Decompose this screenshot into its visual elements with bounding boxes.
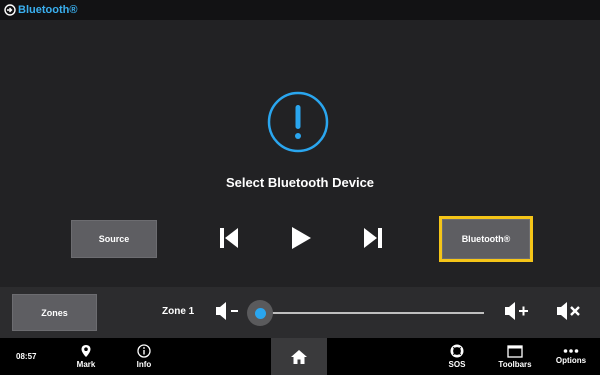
mute-icon[interactable] bbox=[555, 300, 583, 322]
bottom-bar: 08:57 Mark Info SOS Toolbars Options bbox=[0, 338, 600, 375]
next-track-icon[interactable] bbox=[360, 225, 386, 251]
toolbars-button[interactable]: Toolbars bbox=[494, 338, 536, 375]
volume-down-icon[interactable] bbox=[214, 300, 242, 322]
status-message: Select Bluetooth Device bbox=[225, 175, 375, 190]
toolbars-icon bbox=[507, 344, 523, 358]
dots-icon bbox=[563, 349, 579, 353]
options-button[interactable]: Options bbox=[552, 338, 590, 375]
clock: 08:57 bbox=[16, 352, 37, 361]
alert-icon bbox=[267, 91, 329, 153]
info-icon bbox=[137, 344, 151, 358]
info-label: Info bbox=[136, 360, 152, 369]
sos-button[interactable]: SOS bbox=[440, 338, 474, 375]
app-header: Bluetooth® bbox=[4, 4, 77, 16]
toolbars-label: Toolbars bbox=[498, 359, 532, 369]
home-button[interactable] bbox=[271, 338, 327, 375]
source-button[interactable]: Source bbox=[71, 220, 157, 258]
app-title: Bluetooth® bbox=[18, 4, 78, 16]
play-icon[interactable] bbox=[288, 225, 314, 251]
zones-button[interactable]: Zones bbox=[12, 294, 97, 331]
volume-slider-track[interactable] bbox=[260, 312, 484, 314]
sos-label: SOS bbox=[448, 360, 466, 369]
mark-label: Mark bbox=[76, 360, 96, 369]
pin-icon bbox=[81, 345, 91, 357]
bluetooth-source-icon bbox=[4, 4, 16, 16]
main-panel: Select Bluetooth Device Source Bluetooth… bbox=[0, 20, 600, 287]
volume-slider-knob[interactable] bbox=[255, 308, 266, 319]
previous-track-icon[interactable] bbox=[216, 225, 242, 251]
home-icon bbox=[291, 349, 307, 364]
lifebuoy-icon bbox=[450, 344, 464, 358]
zone-name: Zone 1 bbox=[162, 306, 195, 317]
volume-up-icon[interactable] bbox=[503, 300, 531, 322]
title-bar: Bluetooth® bbox=[0, 0, 600, 20]
mark-button[interactable]: Mark bbox=[68, 338, 104, 375]
bluetooth-button[interactable]: Bluetooth® bbox=[439, 216, 533, 262]
zone-volume-bar: Zones Zone 1 bbox=[0, 287, 600, 338]
info-button[interactable]: Info bbox=[126, 338, 162, 375]
options-label: Options bbox=[555, 356, 587, 365]
